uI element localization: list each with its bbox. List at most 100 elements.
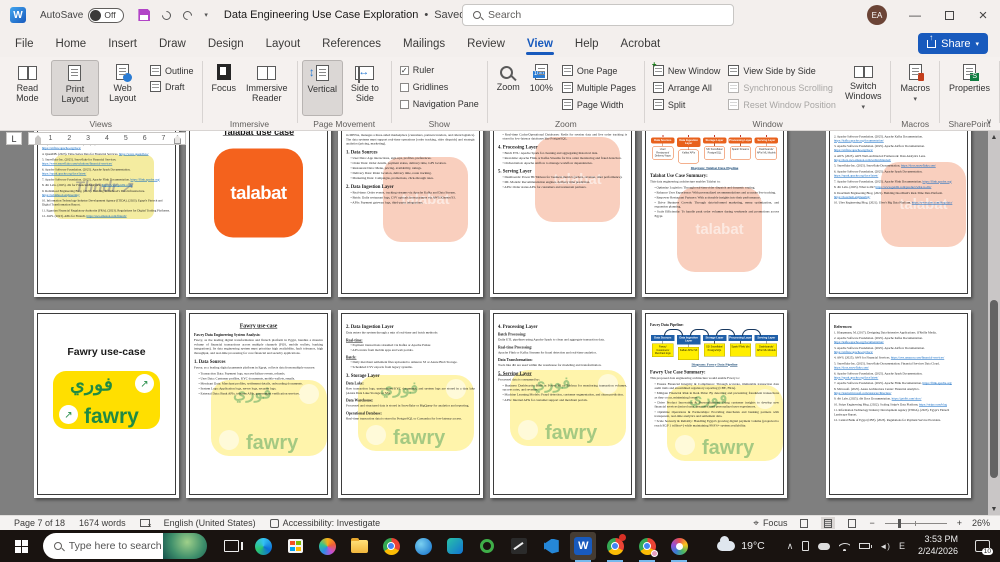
page-07-fawry-cover[interactable]: Fawry use-case فوري fawry ↗ ↗ [34, 310, 179, 498]
onedrive-icon[interactable] [818, 542, 831, 550]
new-window-button[interactable]: New Window [652, 60, 720, 76]
hyperlink[interactable]: https://spark.apache.org/docs/latest/ [834, 376, 878, 380]
one-page-button[interactable]: One Page [561, 65, 636, 76]
minimize-button[interactable]: — [898, 0, 932, 30]
hyperlink[interactable]: https://airflow.apache.org/docs/ [42, 147, 81, 151]
document-canvas[interactable]: Thndr↗Documentation. https://kafka.apach… [0, 131, 988, 515]
page-09-fawry-ingestion-storage[interactable]: فوري fawry 2. Data Ingestion Layer Data ent… [338, 310, 483, 498]
view-side-by-side-button[interactable]: View Side by Side [728, 65, 836, 76]
language-indicator[interactable]: English (United States) [164, 518, 256, 528]
undo-icon[interactable] [160, 8, 174, 22]
page-05-talabat-pipeline[interactable]: talabat Data Sources User/ Restaurant/ Del… [642, 131, 787, 297]
redo-icon[interactable] [181, 8, 195, 22]
tray-expand-icon[interactable]: ∧ [787, 541, 794, 552]
menu-tab-file[interactable]: File [4, 33, 45, 55]
hyperlink[interactable]: https://robinhood.engineering/ [42, 193, 80, 197]
paint-icon[interactable] [666, 532, 692, 562]
customize-toolbar-icon[interactable]: ▾ [204, 11, 208, 19]
zoom-slider[interactable] [884, 518, 947, 528]
scrollbar-thumb[interactable] [990, 300, 998, 478]
scroll-up-icon[interactable]: ▲ [988, 131, 1000, 143]
page-width-button[interactable]: Page Width [561, 99, 636, 110]
word-icon[interactable]: W [570, 532, 597, 562]
save-icon[interactable] [138, 9, 151, 21]
hyperlink[interactable]: https://flink.apache.org/ [923, 180, 953, 184]
hyperlink[interactable]: https://docs.snowflake.com/ [834, 366, 869, 370]
zoom-100-button[interactable]: 100% [525, 60, 558, 116]
vertical-scrollbar[interactable]: ▲ ▼ [988, 131, 1000, 515]
menu-tab-help[interactable]: Help [564, 33, 610, 55]
accessibility-status[interactable]: Accessibility: Investigate [283, 518, 381, 528]
page-11-fawry-pipeline[interactable]: فوري fawry Fawry Data Pipeline: Data Source… [642, 310, 787, 498]
chrome-icon[interactable] [378, 532, 404, 560]
menu-tab-mailings[interactable]: Mailings [392, 33, 456, 55]
input-language-indicator[interactable]: E [899, 541, 905, 551]
outline-button[interactable]: Outline [149, 65, 194, 76]
file-explorer-icon[interactable] [346, 532, 372, 560]
zoom-slider-thumb[interactable] [897, 518, 901, 528]
wifi-icon[interactable] [839, 542, 851, 551]
print-layout-button[interactable]: Print Layout [50, 60, 100, 116]
menu-tab-references[interactable]: References [311, 33, 392, 55]
switch-windows-button[interactable]: Switch Windows ▾ [840, 60, 887, 116]
hyperlink[interactable]: https://airflow.apache.org/docs/ [834, 350, 873, 354]
chrome-window-icon[interactable] [602, 532, 628, 562]
read-mode-view-button[interactable] [797, 517, 811, 529]
hyperlink[interactable]: https://airflow.apache.org/docs/ [834, 149, 873, 153]
menu-tab-insert[interactable]: Insert [97, 33, 148, 55]
page-03-talabat-sources[interactable]: talabat in MENA, manages a three-sided ma… [338, 131, 483, 297]
menu-tab-draw[interactable]: Draw [148, 33, 197, 55]
vertical-button[interactable]: Vertical [301, 60, 344, 116]
menu-tab-acrobat[interactable]: Acrobat [610, 33, 672, 55]
immersive-reader-button[interactable]: Immersive Reader [241, 60, 293, 116]
indent-marker-left[interactable] [35, 135, 41, 144]
zoom-button[interactable]: Zoom [492, 60, 525, 116]
hyperlink[interactable]: https://doordash.engineering/ [834, 195, 870, 199]
hyperlink[interactable]: https://www.getdbt.com/product/what-is-d… [876, 186, 932, 190]
page-12-fawry-references[interactable]: References: 1. Kleppmann, M. (2017). Desi… [826, 310, 971, 498]
task-view-icon[interactable] [218, 532, 244, 560]
outlook-icon[interactable] [442, 532, 468, 560]
zoom-in-icon[interactable]: + [957, 518, 962, 528]
taskbar-search-input[interactable]: Type here to search [42, 533, 163, 559]
hyperlink[interactable]: https://www.uber.com/blog/data/ [912, 201, 953, 205]
ruler-checkbox[interactable]: ✓ Ruler [399, 65, 479, 75]
menu-tab-design[interactable]: Design [197, 33, 255, 55]
edge-icon[interactable] [250, 532, 276, 560]
page-06-talabat-references[interactable]: talabat 2. Apache Software Foundation. (2… [826, 131, 971, 297]
search-highlight-image[interactable] [162, 533, 208, 559]
word-app-icon[interactable] [10, 7, 26, 23]
restore-button[interactable] [932, 0, 966, 30]
navigation-pane-checkbox[interactable]: Navigation Pane [399, 99, 479, 109]
split-button[interactable]: Split [652, 99, 721, 110]
loop-ring-icon[interactable] [474, 532, 500, 560]
zoom-percentage[interactable]: 26% [972, 518, 990, 528]
copilot-icon[interactable] [314, 532, 340, 560]
menu-tab-layout[interactable]: Layout [255, 33, 312, 55]
hyperlink[interactable]: https://spark.apache.org/docs/latest/ [834, 174, 878, 178]
indent-marker-right[interactable] [174, 135, 181, 144]
volume-icon[interactable]: ◄) [879, 542, 890, 551]
scroll-down-icon[interactable]: ▼ [988, 503, 1000, 515]
draft-button[interactable]: Draft [149, 81, 194, 92]
hyperlink[interactable]: https://www.getdbt.com/ [102, 184, 133, 188]
read-mode-button[interactable]: Read Mode [4, 60, 51, 116]
hyperlink[interactable]: https://docs.aws.amazon.com/wellarchitec… [834, 158, 891, 162]
hyperlink[interactable]: https://aws.amazon.com/fintech/ [86, 215, 126, 219]
page-01-thndr-references[interactable]: Thndr↗Documentation. https://kafka.apach… [34, 131, 179, 297]
menu-tab-review[interactable]: Review [456, 33, 516, 55]
multiple-pages-button[interactable]: Multiple Pages [561, 82, 636, 93]
store-icon[interactable] [282, 532, 308, 560]
print-layout-view-button[interactable] [821, 517, 836, 529]
your-phone-icon[interactable] [802, 541, 810, 551]
properties-button[interactable]: Properties [944, 60, 995, 116]
horizontal-ruler[interactable]: 1 2 3 4 5 6 7 [28, 132, 186, 145]
clock[interactable]: 3:53 PM 2/24/2026 [918, 534, 958, 557]
hyperlink[interactable]: https://docs.snowflake.com/ [901, 164, 936, 168]
focus-button[interactable]: Focus [207, 60, 242, 116]
curve-tool-icon[interactable] [506, 532, 532, 560]
tab-selector[interactable]: L [6, 132, 22, 145]
page-04-talabat-processing[interactable]: talabat • Real-time Cache/Operational Dat… [490, 131, 635, 297]
gridlines-checkbox[interactable]: Gridlines [399, 82, 479, 92]
word-count[interactable]: 1674 words [79, 518, 126, 528]
